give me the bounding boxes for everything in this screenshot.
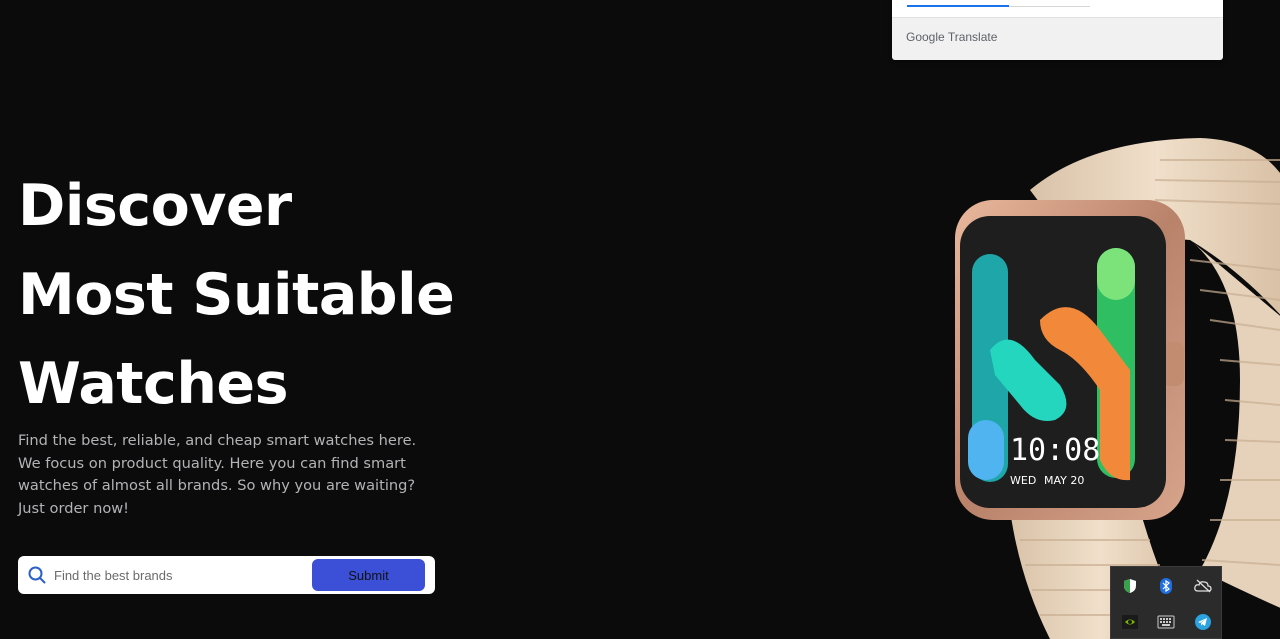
system-tray-overflow <box>1110 566 1222 639</box>
smartwatch-image: 10:08 WED MAY 20 <box>955 138 1280 639</box>
translate-progress-area <box>892 0 1223 18</box>
hero-title-line-1: Discover <box>18 173 292 239</box>
nvidia-icon[interactable] <box>1120 612 1140 632</box>
watch-date: MAY 20 <box>1044 474 1084 487</box>
bluetooth-icon[interactable] <box>1156 576 1176 596</box>
search-input[interactable] <box>54 563 304 587</box>
hero-title-line-3: Watches <box>18 351 289 417</box>
watch-time: 10:08 <box>1010 433 1100 468</box>
search-icon <box>28 566 46 584</box>
security-shield-icon[interactable] <box>1120 576 1140 596</box>
google-translate-popup: Google Translate <box>892 0 1223 60</box>
translate-progress-bar <box>907 5 1010 7</box>
telegram-icon[interactable] <box>1193 612 1213 632</box>
hero-title: Discover Most Suitable Watches <box>18 162 488 429</box>
search-form: Submit <box>18 556 435 594</box>
keyboard-icon[interactable] <box>1156 612 1176 632</box>
hero-description: Find the best, reliable, and cheap smart… <box>18 432 417 517</box>
watch-day: WED <box>1010 474 1036 487</box>
google-translate-brand[interactable]: Google Translate <box>906 30 997 44</box>
hero-title-line-2: Most Suitable <box>18 262 455 328</box>
submit-button[interactable]: Submit <box>312 559 425 591</box>
cloud-offline-icon[interactable] <box>1193 576 1213 596</box>
